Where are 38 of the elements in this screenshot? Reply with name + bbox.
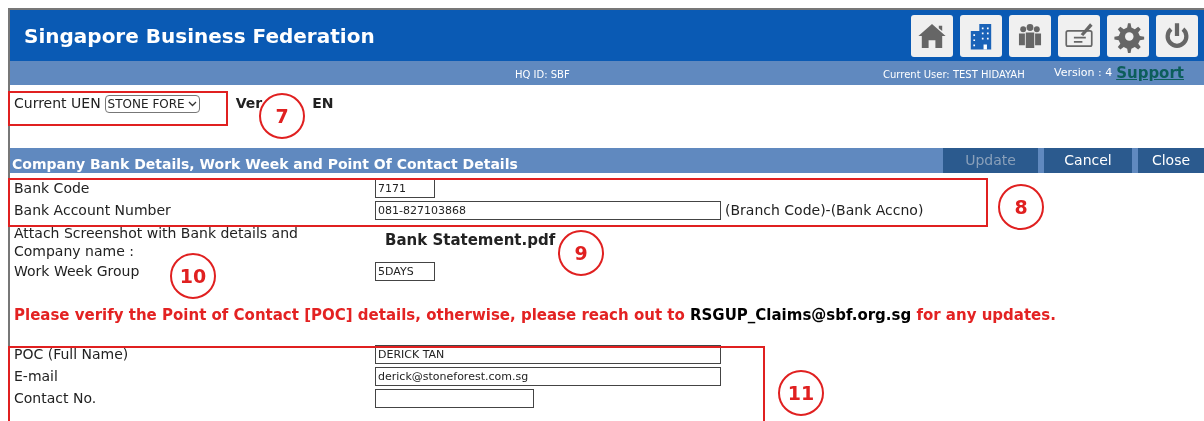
cheque-icon[interactable] [1058, 14, 1100, 57]
field-label: Work Week Group [14, 263, 140, 279]
callout-number: 8 [998, 184, 1044, 230]
power-icon[interactable] [1156, 14, 1198, 57]
home-icon[interactable] [911, 14, 953, 57]
field-label: POC (Full Name) [14, 346, 129, 362]
uen-label: Current UEN [14, 94, 101, 113]
version-text: Version : 4 [1054, 64, 1113, 81]
input-field[interactable]: derick@stoneforest.com.sg [375, 366, 721, 386]
callout-number: 10 [170, 253, 216, 299]
current-user-text: Current User: TEST HIDAYAH [883, 68, 1025, 82]
input-field[interactable]: DERICK TAN [375, 344, 721, 364]
field-label: Bank Code [14, 180, 90, 196]
input-field[interactable]: 7171 [375, 178, 435, 198]
toolbar-button[interactable]: Close [1138, 148, 1204, 173]
version-uen-text: EN [312, 94, 334, 113]
field-hint: (Branch Code)-(Bank Accno) [725, 201, 924, 220]
hq-id-text: HQ ID: SBF [515, 68, 570, 82]
attachment-file-name: Bank Statement.pdf [385, 230, 556, 251]
notice-text: for any updates. [916, 306, 1056, 324]
app-title: Singapore Business Federation [24, 22, 375, 50]
input-field[interactable]: 081-827103868 [375, 200, 721, 220]
toolbar-button[interactable]: Cancel [1044, 148, 1132, 173]
work-week-field[interactable]: 5DAYS [375, 261, 435, 281]
notice-text: Please verify the Point of Contact [POC] details, otherwise, please reach out to [14, 306, 685, 324]
callout-number: 9 [558, 230, 604, 276]
settings-icon[interactable] [1107, 14, 1149, 57]
input-field[interactable] [375, 388, 534, 408]
uen-dropdown[interactable]: STONE FORE [104, 94, 200, 113]
field-label: E-mail [14, 368, 58, 384]
chevron-icon [187, 100, 197, 107]
callout-number: 11 [778, 370, 824, 416]
field-label: Bank Account Number [14, 202, 171, 218]
people-icon[interactable] [1009, 14, 1051, 57]
field-label: Contact No. [14, 390, 97, 406]
section-title: Company Bank Details, Work Week and Point Of Contact Details [11, 155, 518, 173]
building-icon[interactable] [960, 14, 1002, 57]
contact-email-text: RSGUP_Claims@sbf.org.sg [690, 306, 912, 324]
